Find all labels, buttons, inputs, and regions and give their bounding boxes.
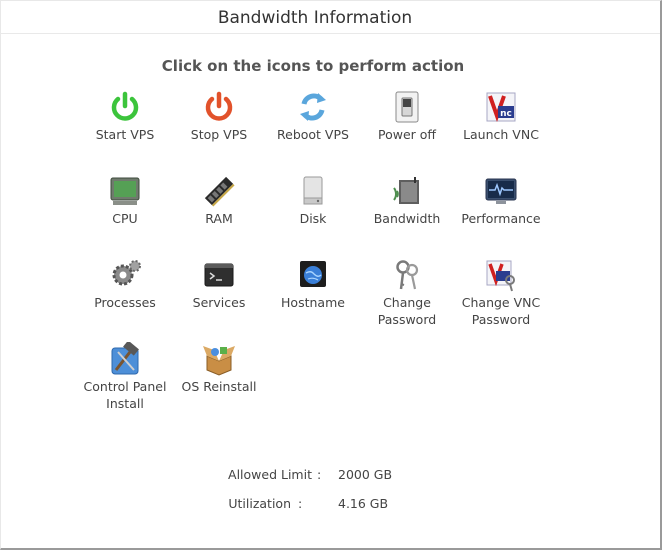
allowed-limit-label: Allowed Limit (228, 467, 312, 482)
reboot-vps-button[interactable]: Reboot VPS (266, 90, 360, 143)
utilization-label: Utilization (228, 496, 291, 511)
control-panel-install-label: Control Panel Install (83, 379, 167, 411)
stop-vps-label: Stop VPS (190, 127, 248, 142)
performance-button[interactable]: Performance (454, 174, 548, 227)
action-instructions: Click on the icons to perform action (161, 57, 465, 75)
hostname-button[interactable]: Hostname (266, 258, 360, 311)
cpu-label: CPU (112, 211, 138, 226)
power-off-button[interactable]: Power off (360, 90, 454, 143)
keys-icon (396, 260, 419, 290)
change-password-label: Change Password (377, 295, 437, 327)
allowed-limit-value: 2000 GB (338, 467, 393, 482)
control-panel-install-button[interactable]: Control Panel Install (78, 342, 172, 412)
disk-drive-icon (303, 176, 323, 205)
os-reinstall-button[interactable]: OS Reinstall (172, 342, 266, 395)
utilization-colon: : (298, 496, 303, 511)
utilization-row: Utilization : 4.16 GB (0, 496, 662, 514)
vnc-keys-icon (486, 260, 515, 292)
title-divider (0, 33, 660, 34)
reboot-vps-label: Reboot VPS (277, 127, 349, 142)
wifi-router-icon (393, 177, 419, 204)
ram-button[interactable]: RAM (172, 174, 266, 227)
bandwidth-label: Bandwidth (373, 211, 441, 226)
terminal-window-icon (204, 263, 234, 287)
vnc-icon: nc (486, 92, 516, 123)
performance-label: Performance (461, 211, 541, 226)
cpu-monitor-icon (110, 177, 140, 205)
processes-label: Processes (94, 295, 156, 310)
pulse-monitor-icon (485, 178, 517, 204)
disk-label: Disk (299, 211, 327, 226)
gears-icon (112, 260, 141, 286)
allowed-limit-row: Allowed Limit : 2000 GB (0, 467, 662, 485)
allowed-limit-colon: : (317, 467, 322, 482)
disk-button[interactable]: Disk (266, 174, 360, 227)
cpu-button[interactable]: CPU (78, 174, 172, 227)
ram-label: RAM (205, 211, 233, 226)
svg-text:nc: nc (500, 109, 512, 119)
stop-vps-button[interactable]: Stop VPS (172, 90, 266, 143)
page-title: Bandwidth Information (217, 8, 413, 28)
change-vnc-password-button[interactable]: Change VNC Password (454, 258, 548, 328)
os-reinstall-label: OS Reinstall (181, 379, 257, 394)
globe-screen-icon (300, 261, 326, 287)
start-vps-label: Start VPS (95, 127, 155, 142)
bandwidth-button[interactable]: Bandwidth (360, 174, 454, 227)
services-button[interactable]: Services (172, 258, 266, 311)
power-off-label: Power off (377, 127, 437, 142)
refresh-icon (300, 93, 326, 121)
services-label: Services (192, 295, 246, 310)
hammer-tools-icon (111, 342, 139, 375)
change-vnc-password-label: Change VNC Password (461, 295, 541, 327)
ram-stick-icon (204, 176, 235, 207)
switch-icon (395, 91, 419, 123)
launch-vnc-label: Launch VNC (463, 127, 539, 142)
start-vps-button[interactable]: Start VPS (78, 90, 172, 143)
open-box-icon (203, 346, 235, 376)
change-password-button[interactable]: Change Password (360, 258, 454, 328)
hostname-label: Hostname (281, 295, 345, 310)
power-off-icon (205, 91, 233, 121)
power-on-icon (111, 91, 139, 121)
processes-button[interactable]: Processes (78, 258, 172, 311)
utilization-value: 4.16 GB (338, 496, 389, 511)
launch-vnc-button[interactable]: nc Launch VNC (454, 90, 548, 143)
